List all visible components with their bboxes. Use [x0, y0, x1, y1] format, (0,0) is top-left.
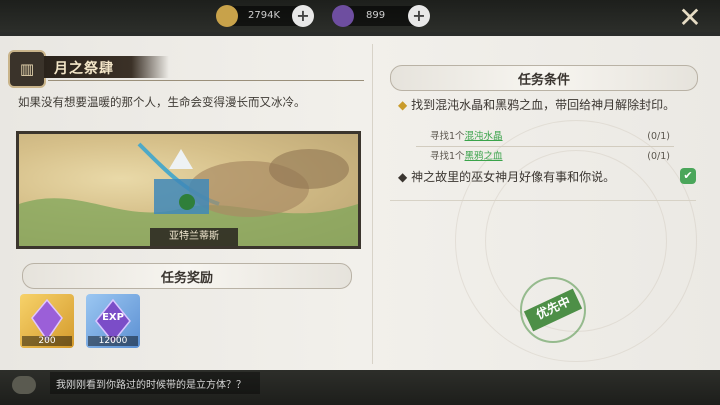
add-gem-button[interactable]: + [408, 5, 430, 27]
quest-title: 月之祭肆 [54, 61, 114, 77]
subtask-count: (0/1) [647, 151, 670, 162]
conditions-separator [390, 200, 696, 201]
chat-message: 我刚刚看到你路过的时候带的是立方体？？ [56, 380, 246, 391]
subtask-prefix: 寻找1个 [430, 131, 465, 142]
reward-qty: 12000 [88, 336, 138, 346]
gold-amount: 2794K [248, 10, 281, 21]
subtask-1: 寻找1个混沌水晶 (0/1) [430, 128, 670, 146]
main-objective: ◆ 找到混沌水晶和黑鸦之血，带回给神月解除封印。 [398, 96, 698, 114]
second-objective-text: 神之故里的巫女神月好像有事和你说。 [411, 170, 616, 184]
quest-title-bar: ▥ 月之祭肆 [8, 50, 364, 88]
diamond-bullet-icon: ◆ [398, 98, 408, 112]
add-gold-button[interactable]: + [292, 5, 314, 27]
map-location-label: 亚特兰蒂斯 [150, 228, 238, 246]
diamond-bullet-icon: ◆ [398, 170, 408, 184]
close-button[interactable]: ✕ [668, 4, 712, 32]
subtask-item-link[interactable]: 黑鸦之血 [465, 151, 503, 162]
subtask-prefix: 寻找1个 [430, 151, 465, 162]
conditions-header: 任务条件 [390, 65, 698, 91]
panel-divider [372, 44, 373, 364]
gold-resource: 2794K + [216, 5, 314, 27]
gem-icon [332, 5, 354, 27]
subtask-2: 寻找1个黑鸦之血 (0/1) [430, 148, 670, 166]
subtask-divider [416, 146, 674, 147]
rewards-header-text: 任务奖励 [160, 271, 213, 286]
reward-qty: 200 [22, 336, 72, 346]
gem-amount: 899 [366, 10, 386, 21]
gold-coin-icon [216, 5, 238, 27]
check-icon: ✔ [680, 168, 696, 184]
reward-item-exp[interactable]: EXP 12000 [86, 294, 140, 348]
second-objective: ◆ 神之故里的巫女神月好像有事和你说。 [398, 168, 615, 185]
title-underline [48, 80, 364, 81]
gem-resource: 899 + [332, 5, 430, 27]
conditions-header-text: 任务条件 [517, 73, 570, 88]
quest-description: 如果没有想要温暖的那个人，生命会变得漫长而又冰冷。 [18, 95, 306, 109]
reward-item-crystal[interactable]: 200 [20, 294, 74, 348]
exp-badge: EXP [102, 312, 124, 323]
subtask-item-link[interactable]: 混沌水晶 [465, 131, 503, 142]
quest-book-icon: ▥ [8, 50, 46, 88]
priority-stamp: 优先中 [518, 275, 588, 345]
rewards-header: 任务奖励 [22, 263, 352, 289]
main-objective-text: 找到混沌水晶和黑鸦之血，带回给神月解除封印。 [411, 98, 676, 112]
subtask-count: (0/1) [647, 131, 670, 142]
chat-bubble-icon[interactable] [12, 376, 36, 394]
